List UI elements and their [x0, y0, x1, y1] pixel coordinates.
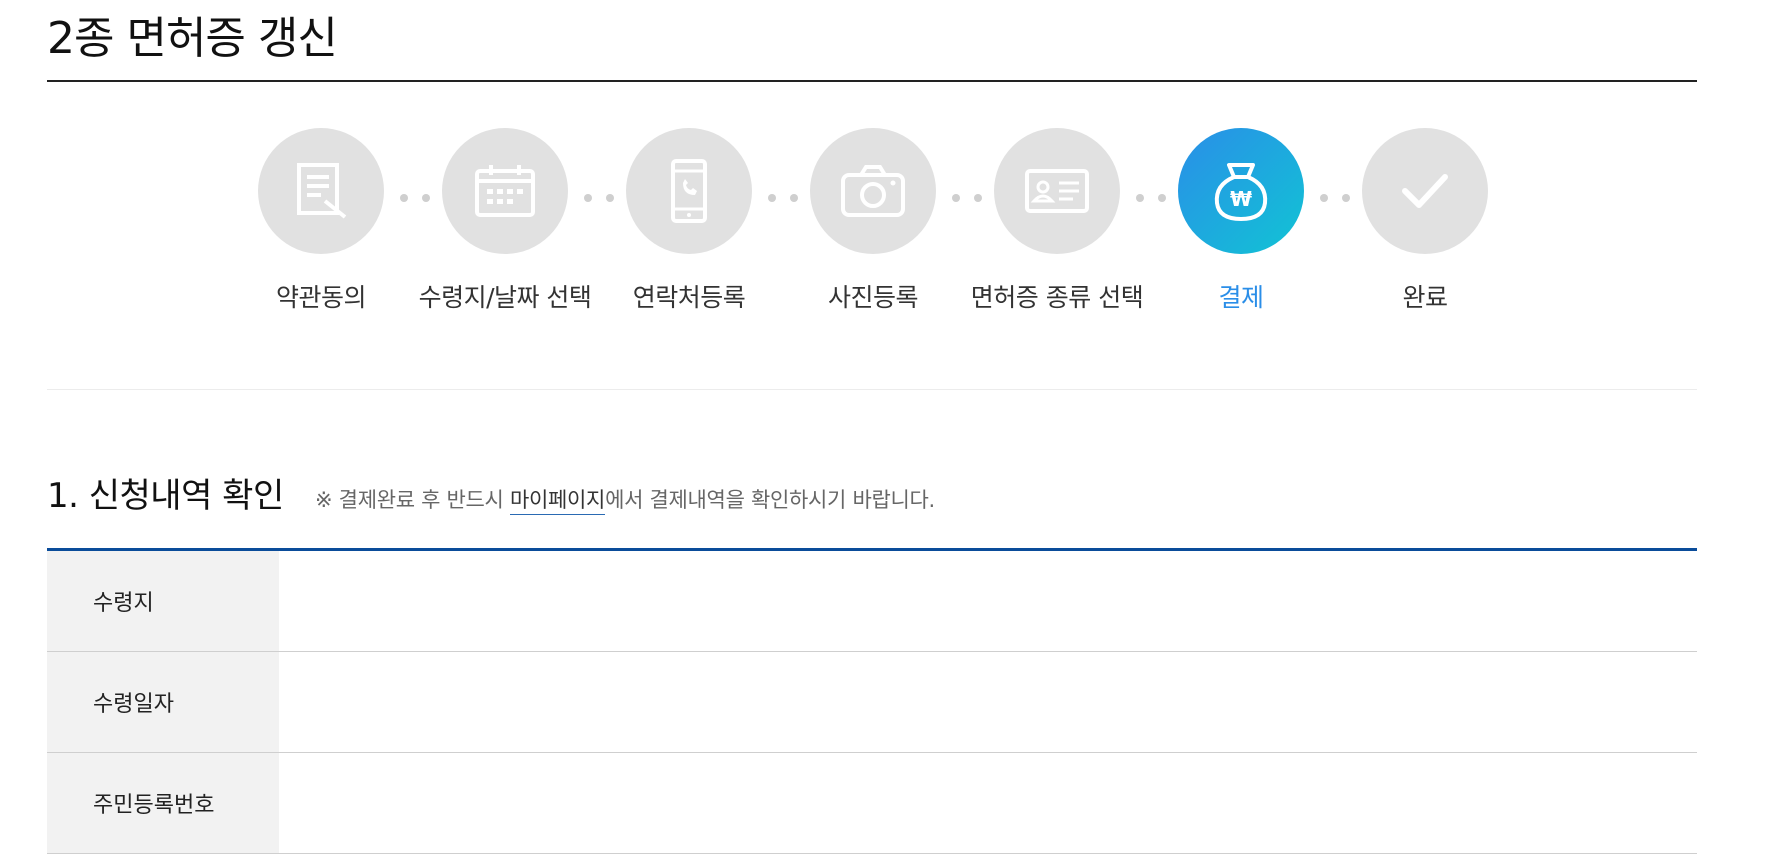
step-connector — [400, 194, 430, 202]
step-connector — [952, 194, 982, 202]
step-circle-license-type — [994, 128, 1120, 254]
step-label-contact: 연락처등록 — [632, 283, 746, 312]
mypage-link[interactable]: 마이페이지 — [509, 488, 605, 515]
step-circle-photo — [810, 128, 936, 254]
row-header-receive-place: 수령지 — [47, 551, 279, 651]
camera-icon — [841, 165, 905, 217]
step-connector — [1320, 194, 1350, 202]
document-pen-icon — [297, 163, 347, 219]
step-label-complete: 완료 — [1402, 283, 1448, 312]
step-connector — [584, 194, 614, 202]
step-circle-contact — [626, 128, 752, 254]
step-label-payment: 결제 — [1218, 283, 1264, 312]
step-circle-complete — [1362, 128, 1488, 254]
row-value-receive-date — [279, 652, 1697, 752]
calendar-icon — [475, 165, 535, 217]
notice-suffix: 에서 결제내역을 확인하시기 바랍니다. — [605, 488, 935, 512]
id-card-icon — [1025, 169, 1089, 213]
step-connector — [768, 194, 798, 202]
step-label-license-type: 면허증 종류 선택 — [970, 283, 1144, 312]
row-header-resident-number: 주민등록번호 — [47, 753, 279, 853]
table-row: 수령지 — [47, 551, 1697, 652]
step-circle-payment: ₩ — [1178, 128, 1304, 254]
row-header-receive-date: 수령일자 — [47, 652, 279, 752]
row-value-receive-place — [279, 551, 1697, 651]
section-divider — [47, 389, 1697, 390]
step-label-photo: 사진등록 — [827, 283, 919, 312]
check-icon — [1402, 174, 1448, 208]
table-row: 주민등록번호 — [47, 753, 1697, 854]
step-label-terms: 약관동의 — [275, 283, 367, 312]
step-circle-terms — [258, 128, 384, 254]
table-row: 수령일자 — [47, 652, 1697, 753]
step-circle-receive-date — [442, 128, 568, 254]
phone-icon — [671, 159, 707, 223]
application-details-table: 수령지 수령일자 주민등록번호 — [47, 548, 1697, 854]
payment-notice: ※ 결제완료 후 반드시 마이페이지에서 결제내역을 확인하시기 바랍니다. — [315, 484, 935, 515]
progress-stepper: 약관동의 수령지/날짜 선택 연락처등록 사진등록 면허증 종류 선택 ₩ 결제… — [0, 0, 1792, 360]
row-value-resident-number — [279, 753, 1697, 853]
step-label-receive-date: 수령지/날짜 선택 — [418, 283, 592, 312]
step-connector — [1136, 194, 1166, 202]
svg-text:₩: ₩ — [1230, 187, 1252, 211]
notice-prefix: ※ 결제완료 후 반드시 — [315, 488, 510, 512]
section-title: 1. 신청내역 확인 — [47, 476, 284, 516]
won-pouch-icon: ₩ — [1214, 163, 1268, 222]
